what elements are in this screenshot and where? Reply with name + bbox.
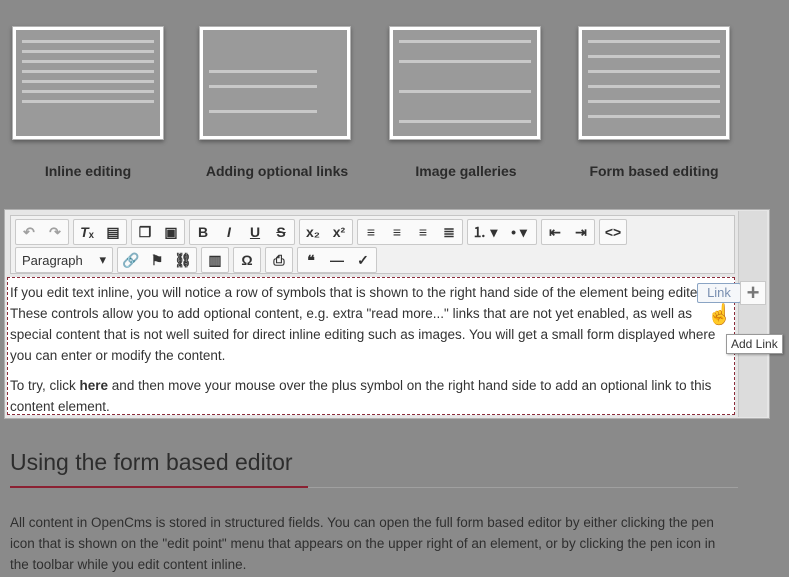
paste-icon[interactable]: ▣ bbox=[158, 220, 184, 244]
align-center-icon[interactable]: ≡ bbox=[384, 220, 410, 244]
link-icon[interactable]: 🔗 bbox=[118, 248, 144, 272]
inline-edit-content[interactable]: If you edit text inline, you will notice… bbox=[7, 277, 735, 415]
thumbnail-image bbox=[203, 30, 347, 136]
link-field-badge[interactable]: Link bbox=[697, 283, 741, 303]
content-paragraph-1: If you edit text inline, you will notice… bbox=[10, 285, 716, 363]
numbered-list-icon[interactable]: ⒈ ▾ bbox=[468, 220, 502, 244]
thumbnail-form-editing[interactable] bbox=[578, 26, 730, 140]
align-left-icon[interactable]: ≡ bbox=[358, 220, 384, 244]
horizontal-rule-icon[interactable]: — bbox=[324, 248, 350, 272]
source-code-icon[interactable]: <> bbox=[600, 220, 626, 244]
heading-divider bbox=[308, 487, 738, 488]
strikethrough-icon[interactable]: S bbox=[268, 220, 294, 244]
add-link-plus-icon[interactable]: + bbox=[740, 280, 766, 305]
bold-icon[interactable]: B bbox=[190, 220, 216, 244]
clear-formatting-icon[interactable]: Tₓ bbox=[74, 220, 100, 244]
blockquote-icon[interactable]: ❝ bbox=[298, 248, 324, 272]
format-select[interactable]: Paragraph ▾ bbox=[16, 248, 112, 272]
thumbnail-image bbox=[582, 30, 726, 136]
thumbnail-image bbox=[393, 30, 537, 136]
align-justify-icon[interactable]: ≣ bbox=[436, 220, 462, 244]
edit-controls-strip bbox=[738, 211, 767, 417]
unlink-icon[interactable]: ⛓ bbox=[170, 248, 196, 272]
superscript-icon[interactable]: x² bbox=[326, 220, 352, 244]
thumbnail-label-image-galleries: Image galleries bbox=[415, 163, 517, 179]
thumbnail-label-adding-links: Adding optional links bbox=[205, 163, 349, 179]
align-right-icon[interactable]: ≡ bbox=[410, 220, 436, 244]
content-paragraph-2: To try, click here and then move your mo… bbox=[10, 378, 712, 414]
redo-icon[interactable]: ↷ bbox=[42, 220, 68, 244]
copy-icon[interactable]: ❐ bbox=[132, 220, 158, 244]
thumbnail-inline-editing[interactable] bbox=[12, 26, 164, 140]
format-select-value: Paragraph bbox=[22, 252, 83, 268]
spellcheck-icon[interactable]: ✓ bbox=[350, 248, 376, 272]
section-body: All content in OpenCms is stored in stru… bbox=[10, 515, 716, 572]
here-link[interactable]: here bbox=[80, 378, 109, 393]
heading-underline bbox=[10, 486, 308, 488]
add-link-tooltip: Add Link bbox=[726, 334, 783, 354]
thumbnail-label-inline-editing: Inline editing bbox=[44, 163, 132, 179]
subscript-icon[interactable]: x₂ bbox=[300, 220, 326, 244]
underline-icon[interactable]: U bbox=[242, 220, 268, 244]
thumbnail-label-form-editing: Form based editing bbox=[589, 163, 719, 179]
special-character-icon[interactable]: Ω bbox=[234, 248, 260, 272]
paste-text-icon[interactable]: ▤ bbox=[100, 220, 126, 244]
thumbnail-adding-links[interactable] bbox=[199, 26, 351, 140]
outdent-icon[interactable]: ⇤ bbox=[542, 220, 568, 244]
thumbnail-image bbox=[16, 30, 160, 136]
bookmark-icon[interactable]: ⚑ bbox=[144, 248, 170, 272]
editor-toolbar: ↶ ↷ Tₓ ▤ ❐ ▣ B I U S x₂ x² ≡ ≡ ≡ ≣ ⒈ ▾ •… bbox=[10, 215, 735, 274]
section-heading: Using the form based editor bbox=[10, 449, 293, 475]
italic-icon[interactable]: I bbox=[216, 220, 242, 244]
indent-icon[interactable]: ⇥ bbox=[568, 220, 594, 244]
undo-icon[interactable]: ↶ bbox=[16, 220, 42, 244]
print-icon[interactable]: ⎙ bbox=[266, 248, 292, 272]
bullet-list-icon[interactable]: • ▾ bbox=[502, 220, 536, 244]
image-icon[interactable]: ▥ bbox=[202, 248, 228, 272]
hand-cursor-icon: ☝ bbox=[707, 304, 732, 326]
thumbnail-image-galleries[interactable] bbox=[389, 26, 541, 140]
chevron-down-icon: ▾ bbox=[99, 252, 106, 267]
